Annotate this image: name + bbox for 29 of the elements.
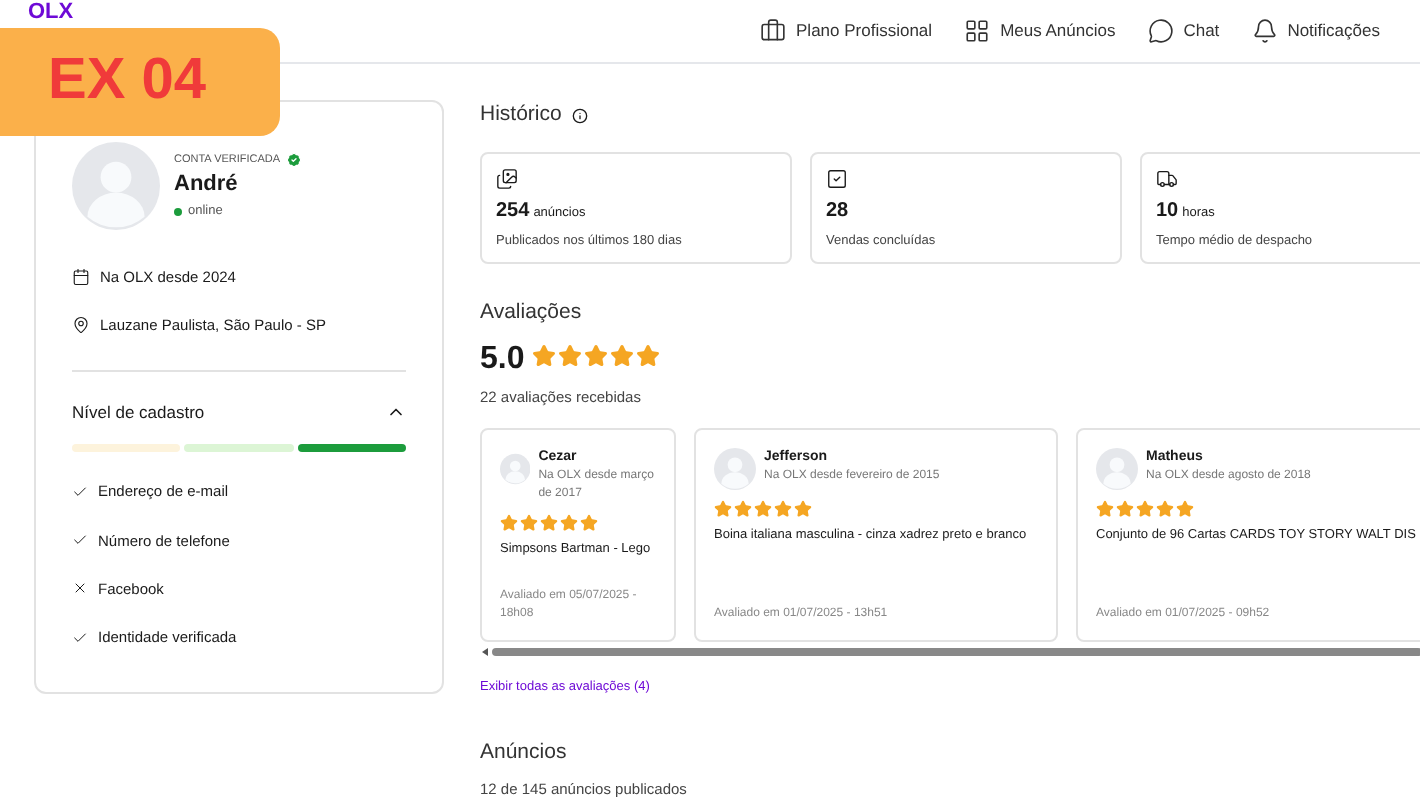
user-name: André: [174, 170, 240, 201]
exercise-banner: EX 04: [0, 28, 280, 136]
stat-value: 10: [1156, 197, 1179, 226]
nav-link[interactable]: Chat: [1147, 18, 1220, 44]
section-heading: Anúncios: [480, 737, 569, 767]
avatar-silhouette: [1096, 447, 1138, 490]
grid-icon: [964, 18, 991, 44]
info-icon: [571, 107, 588, 124]
logo[interactable]: OLX: [28, 2, 74, 24]
nav-link[interactable]: Notificações: [1251, 18, 1380, 44]
nav-link[interactable]: Meus Anúncios: [964, 18, 1116, 44]
stat-value: 254: [496, 197, 530, 226]
stat-value: 28: [826, 197, 849, 226]
verified-icon: [286, 152, 303, 169]
avatar-silhouette: [714, 447, 756, 490]
section-heading: Histórico: [480, 100, 562, 130]
truck-icon: [1156, 167, 1178, 190]
chat-bubble-icon: [1147, 18, 1174, 44]
avatar-silhouette: [72, 142, 160, 230]
section-heading: Avaliações: [480, 297, 584, 328]
bell-icon: [1251, 18, 1278, 44]
section-title: Nível de cadastro: [72, 399, 205, 425]
images-icon: [496, 167, 518, 190]
rating-score: 5.0: [480, 343, 525, 375]
nav-link[interactable]: Plano Profissional: [760, 18, 933, 44]
calendar-icon: [72, 268, 90, 287]
checkbox-icon: [826, 167, 848, 190]
location-pin-icon: [72, 316, 90, 335]
briefcase-icon: [760, 18, 787, 44]
